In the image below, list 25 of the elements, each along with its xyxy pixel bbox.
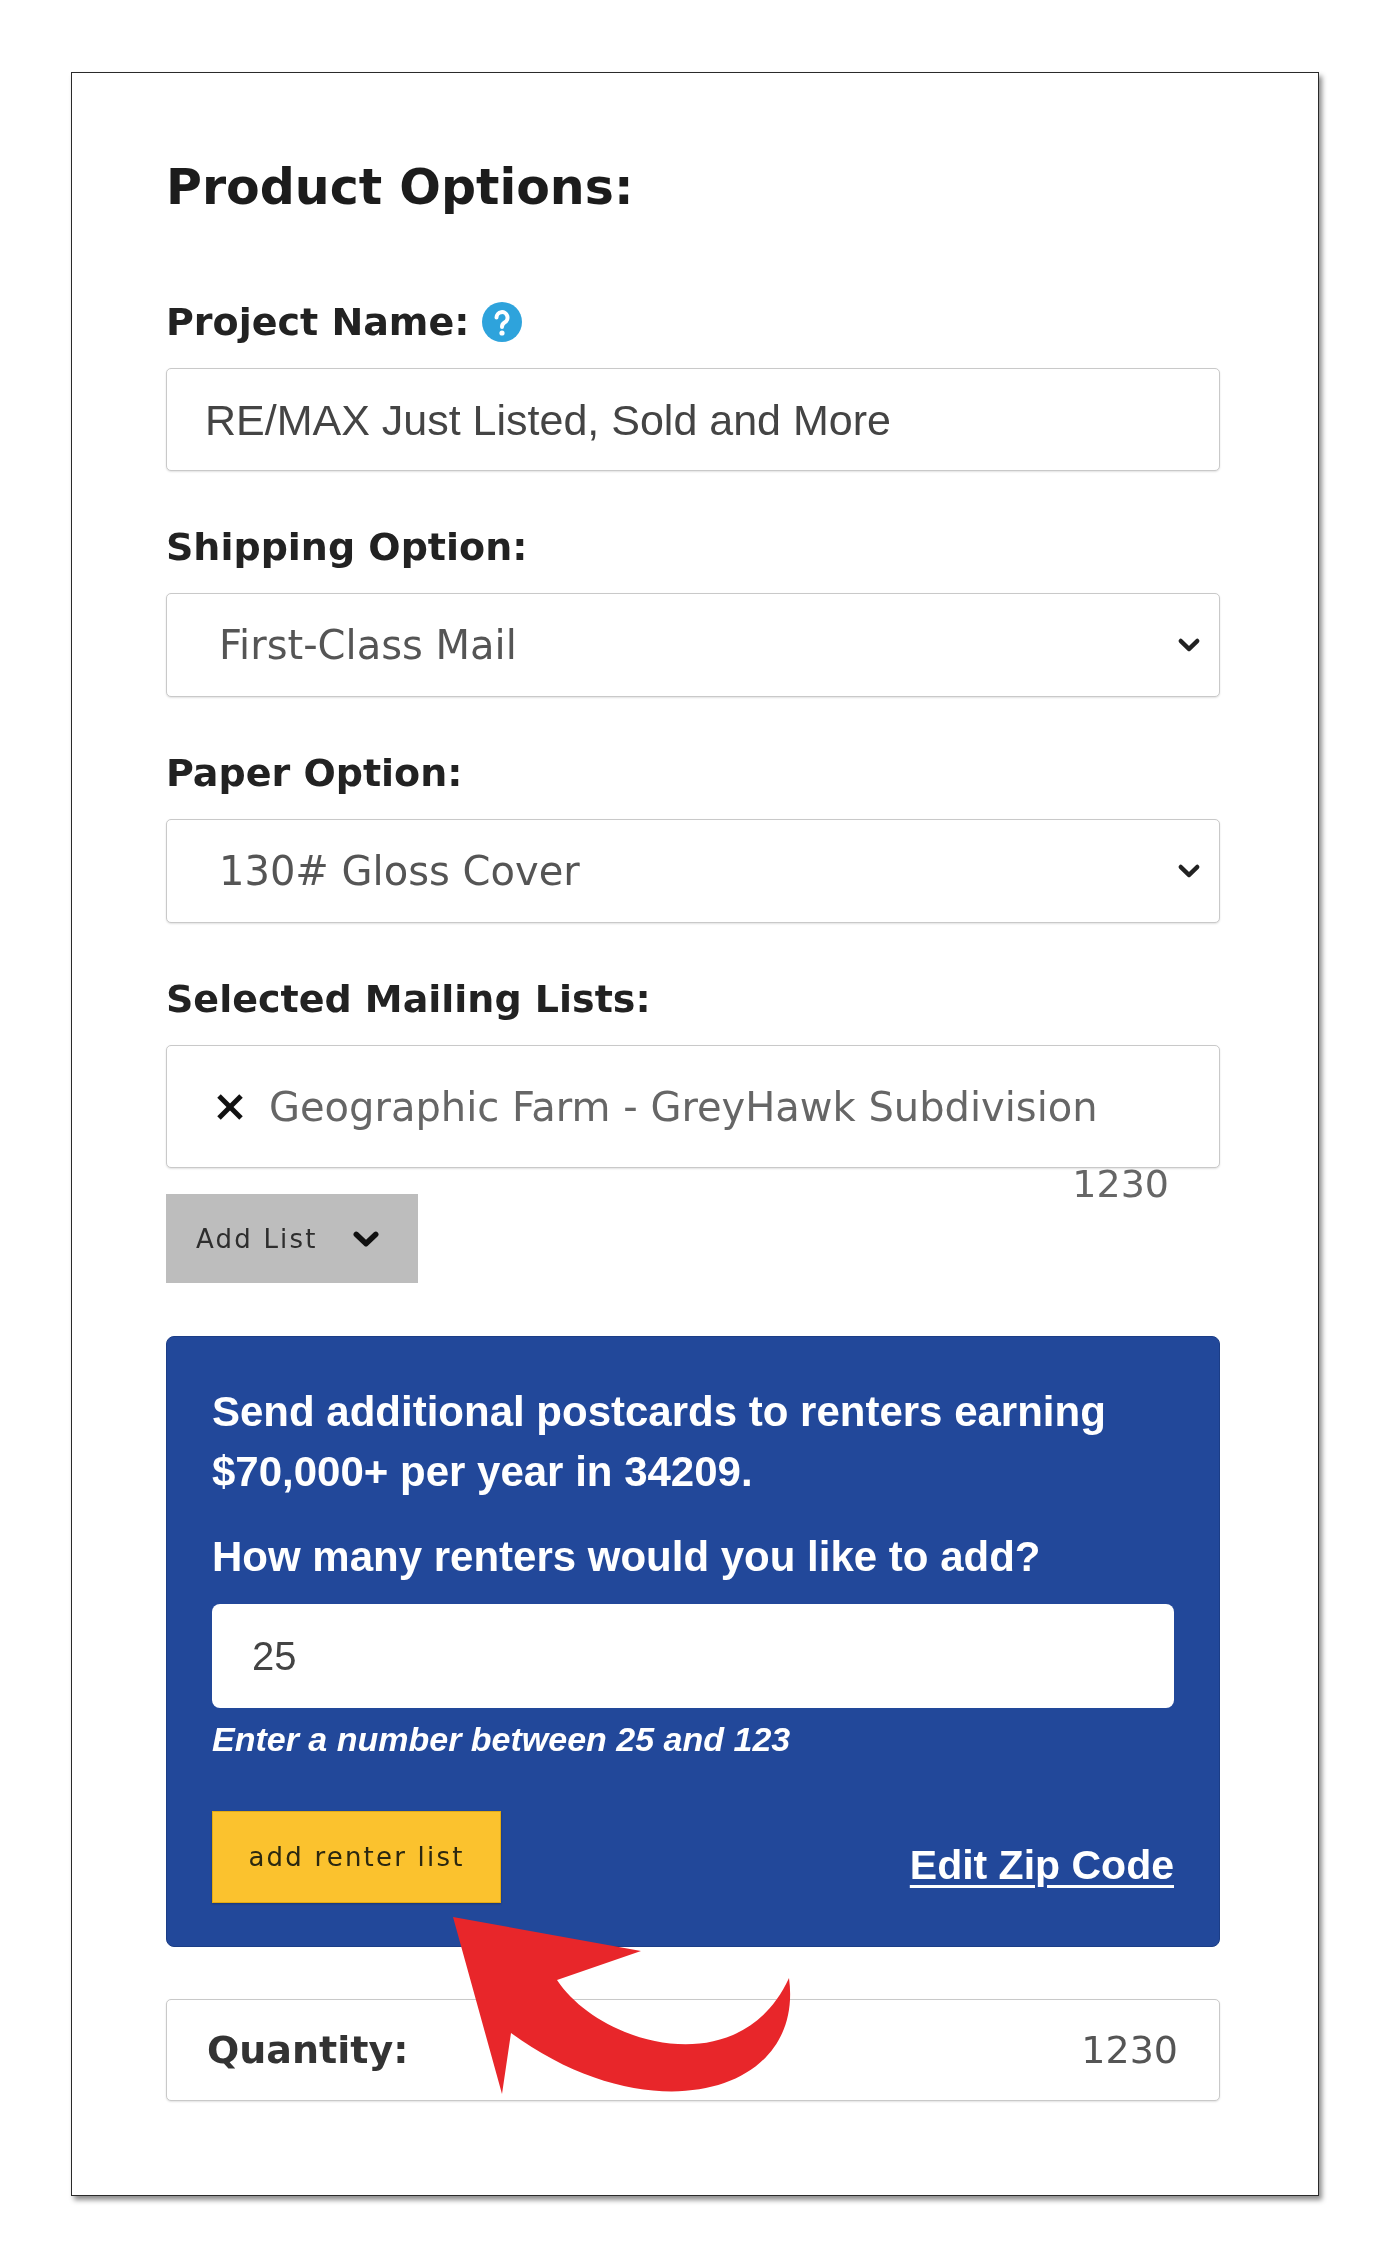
mailing-list-tag: Geographic Farm - GreyHawk Subdivision [269, 1081, 1098, 1132]
project-name-field[interactable]: RE/MAX Just Listed, Sold and More [166, 368, 1220, 471]
help-icon[interactable] [482, 302, 523, 342]
offer-text: Send additional postcards to renters earning $70,000+ per year in 34209. [212, 1387, 1107, 1497]
field-label: Shipping Option: [166, 524, 528, 571]
chevron-down-icon [352, 1230, 379, 1247]
quantity-value: 1230 [1081, 2027, 1178, 2074]
chevron-down-icon [1178, 638, 1200, 652]
section-title: Product Options: [166, 158, 635, 218]
list-count: 1230 [1072, 1169, 1169, 1199]
field-label: Selected Mailing Lists: [166, 976, 651, 1023]
dropdown-select[interactable]: 130# Gloss Cover [166, 819, 1220, 923]
question-text: How many renters would you like to add? [212, 1532, 1042, 1582]
hint-text: Enter a number between 25 and 123 [212, 1719, 792, 1760]
add-list-button[interactable]: Add List [166, 1194, 418, 1283]
field-label: Paper Option: [166, 750, 463, 797]
close-icon[interactable] [216, 1092, 244, 1121]
mailing-list-field[interactable]: Geographic Farm - GreyHawk Subdivision [166, 1045, 1220, 1168]
chevron-down-icon [1178, 864, 1200, 878]
edit-zip-code-link[interactable]: Edit Zip Code [909, 1840, 1174, 1890]
add-renter-list-button[interactable]: add renter list [212, 1811, 501, 1903]
field-label: Project Name: [166, 299, 470, 346]
quantity-label: Quantity: [207, 2027, 409, 2074]
dropdown-select[interactable]: First-Class Mail [166, 593, 1220, 697]
renter-count-field[interactable]: 25 [212, 1604, 1174, 1708]
